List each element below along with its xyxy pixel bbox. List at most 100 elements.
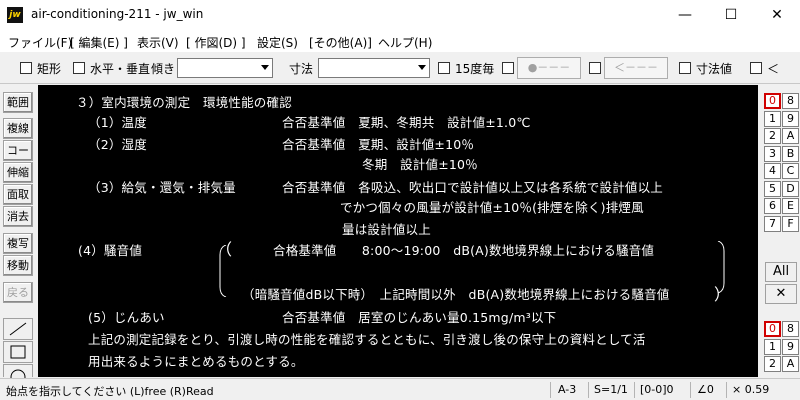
criteria-dust: 合否基準値 居室のじんあい量0.15mg/m³以下 xyxy=(282,310,557,325)
layer-group-value[interactable]: [0-0]0 xyxy=(640,383,674,396)
close-button[interactable]: ✕ xyxy=(754,0,800,30)
criteria-noise-day: 合格基準値 8:00～19:00 dB(A)数地境界線上における騒音値 xyxy=(273,243,655,258)
item-humidity: （2）湿度 xyxy=(88,137,147,152)
chamfer-tool-button[interactable]: 面取 xyxy=(3,184,33,205)
jw-app-icon: jw xyxy=(7,7,23,23)
layer-button-6-0[interactable]: 6 xyxy=(764,198,781,214)
paper-size[interactable]: A-3 xyxy=(558,383,576,396)
status-divider xyxy=(690,382,691,398)
menu-file[interactable]: ファイル(F) xyxy=(8,34,72,51)
rect-label: 矩形 xyxy=(37,62,62,76)
tilt-label: 傾き xyxy=(151,62,176,76)
layer-group-button-1-0[interactable]: 1 xyxy=(764,338,781,355)
layer-group-button-0-1[interactable]: 8 xyxy=(782,321,799,337)
status-divider xyxy=(588,382,589,398)
scale-value[interactable]: S=1/1 xyxy=(594,383,628,396)
section-heading: ３）室内環境の測定 環境性能の確認 xyxy=(76,95,292,110)
tilt-select[interactable] xyxy=(177,58,273,78)
circle-icon xyxy=(10,369,26,385)
lt-checkbox[interactable] xyxy=(750,62,762,74)
maximize-button[interactable]: ☐ xyxy=(708,0,754,30)
status-divider xyxy=(550,382,551,398)
chevron-down-icon xyxy=(418,65,426,70)
deg15-label: 15度毎 xyxy=(455,62,495,76)
brace-right-line xyxy=(717,241,725,293)
menu-other[interactable]: [その他(A)] xyxy=(309,34,372,51)
layer-button-5-0[interactable]: 5 xyxy=(764,180,781,197)
window-title: air-conditioning-211 - jw_win xyxy=(31,7,204,21)
option-checkbox-1[interactable] xyxy=(502,62,514,74)
dimval-label: 寸法値 xyxy=(696,62,733,76)
layer-button-4-0[interactable]: 4 xyxy=(764,163,781,179)
menu-view[interactable]: 表示(V) xyxy=(137,34,179,51)
layer-close-icon[interactable]: ✕ xyxy=(765,284,797,304)
criteria-humidity-winter: 冬期 設計値±10％ xyxy=(362,157,478,172)
arrow-button[interactable]: ＜－－－ xyxy=(604,57,668,79)
item-temperature: （1）温度 xyxy=(88,115,147,130)
status-divider xyxy=(726,382,727,398)
criteria-temperature: 合否基準値 夏期、冬期共 設計値±1.0℃ xyxy=(282,115,531,130)
criteria-airflow-3: 量は設計値以上 xyxy=(342,222,431,237)
line-tool-button[interactable] xyxy=(3,318,33,340)
criteria-airflow-2: でかつ個々の風量が設計値±10％(排煙を除く)排煙風 xyxy=(340,200,644,215)
menu-bar: ファイル(F) [ 編集(E) ] 表示(V) [ 作図(D) ] 設定(S) … xyxy=(0,30,800,52)
point-button[interactable]: ●－－－ xyxy=(517,57,581,79)
layer-button-5-1[interactable]: D xyxy=(782,180,799,197)
item-dust: (5）じんあい xyxy=(88,310,165,325)
status-bar: 始点を指示してください (L)free (R)Read A-3 S=1/1 [0… xyxy=(0,378,800,400)
layer-button-3-1[interactable]: B xyxy=(782,145,799,162)
dimval-checkbox[interactable] xyxy=(679,62,691,74)
toolbar: 矩形 水平・垂直 傾き 寸法 15度毎 ●－－－ ＜－－－ 寸法値 ＜ xyxy=(0,52,800,84)
circle-tool-button[interactable] xyxy=(3,364,33,385)
layer-button-7-0[interactable]: 7 xyxy=(764,215,781,232)
drawing-canvas[interactable]: ３）室内環境の測定 環境性能の確認 （1）温度 合否基準値 夏期、冬期共 設計値… xyxy=(38,85,758,377)
rectangle-icon xyxy=(10,345,26,359)
option-checkbox-2[interactable] xyxy=(589,62,601,74)
layer-palette: All ✕ 08192A3B4C5D6E7F08192A xyxy=(760,85,800,377)
hv-checkbox[interactable] xyxy=(73,62,85,74)
layer-button-0-0[interactable]: 0 xyxy=(764,93,781,109)
chevron-down-icon xyxy=(261,65,269,70)
layer-button-2-0[interactable]: 2 xyxy=(764,128,781,144)
erase-tool-button[interactable]: 消去 xyxy=(3,206,33,227)
minimize-button[interactable]: — xyxy=(662,0,708,30)
menu-help[interactable]: ヘルプ(H) xyxy=(378,34,432,51)
zoom-value[interactable]: × 0.59 xyxy=(732,383,769,396)
layer-group-button-2-1[interactable]: A xyxy=(782,356,799,372)
note-line-1: 上記の測定記録をとり、引渡し時の性能を確認するとともに、引き渡し後の保守上の資料… xyxy=(88,332,646,347)
lt-label: ＜ xyxy=(767,62,780,76)
layer-group-button-0-0[interactable]: 0 xyxy=(764,321,781,337)
all-layers-button[interactable]: All xyxy=(765,262,797,282)
stretch-tool-button[interactable]: 伸縮 xyxy=(3,162,33,183)
angle-value[interactable]: ∠0 xyxy=(697,383,714,396)
layer-button-3-0[interactable]: 3 xyxy=(764,145,781,162)
menu-draw[interactable]: [ 作図(D) ] xyxy=(186,34,246,51)
copy-tool-button[interactable]: 複写 xyxy=(3,233,33,254)
rect-checkbox[interactable] xyxy=(20,62,32,74)
criteria-noise-night: （暗騒音値dB以下時） 上記時間以外 dB(A)数地境界線上における騒音値 xyxy=(242,287,670,302)
menu-settings[interactable]: 設定(S) xyxy=(257,34,298,51)
corner-tool-button[interactable]: コーナー xyxy=(3,140,33,176)
layer-button-6-1[interactable]: E xyxy=(782,198,799,214)
criteria-airflow-1: 合否基準値 各吸込、吹出口で設計値以上又は各系統で設計値以上 xyxy=(282,180,664,195)
layer-button-1-0[interactable]: 1 xyxy=(764,110,781,127)
hv-label: 水平・垂直 xyxy=(90,62,151,76)
undo-tool-button[interactable]: 戻る xyxy=(3,282,33,303)
range-tool-button[interactable]: 範囲 xyxy=(3,92,33,113)
layer-group-button-2-0[interactable]: 2 xyxy=(764,356,781,372)
layer-button-0-1[interactable]: 8 xyxy=(782,93,799,109)
move-tool-button[interactable]: 移動 xyxy=(3,255,33,276)
title-bar: jw air-conditioning-211 - jw_win — ☐ ✕ xyxy=(0,0,800,30)
menu-edit[interactable]: [ 編集(E) ] xyxy=(70,34,128,51)
layer-button-4-1[interactable]: C xyxy=(782,163,799,179)
layer-group-button-1-1[interactable]: 9 xyxy=(782,338,799,355)
layer-button-1-1[interactable]: 9 xyxy=(782,110,799,127)
item-noise: (4）騒音値 xyxy=(78,243,143,258)
dim-select[interactable] xyxy=(318,58,430,78)
deg15-checkbox[interactable] xyxy=(438,62,450,74)
offset-tool-button[interactable]: 複線 xyxy=(3,118,33,139)
layer-button-7-1[interactable]: F xyxy=(782,215,799,232)
status-message: 始点を指示してください (L)free (R)Read xyxy=(6,385,214,398)
layer-button-2-1[interactable]: A xyxy=(782,128,799,144)
rect-tool-button[interactable] xyxy=(3,341,33,363)
